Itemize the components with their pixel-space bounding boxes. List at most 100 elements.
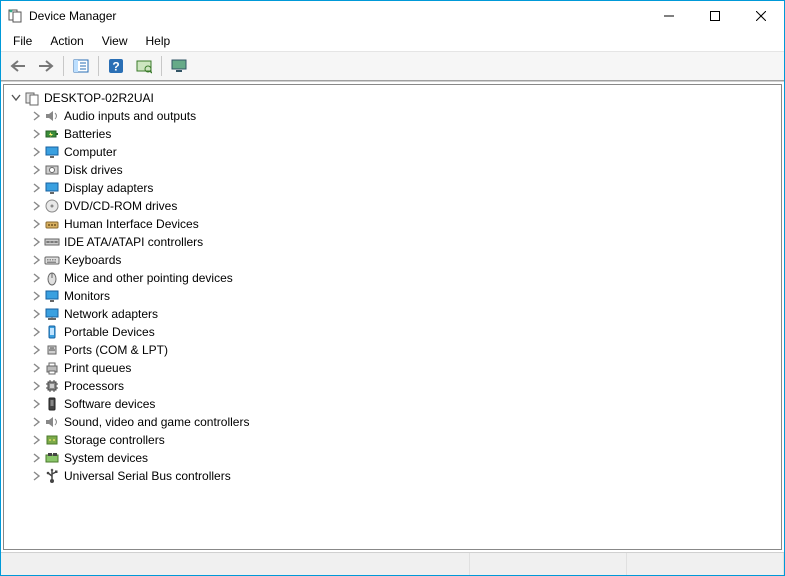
expand-icon[interactable] <box>30 452 42 464</box>
maximize-button[interactable] <box>692 1 738 31</box>
tree-category-row[interactable]: IDE ATA/ATAPI controllers <box>30 233 779 251</box>
tree-category-row[interactable]: Keyboards <box>30 251 779 269</box>
toolbar-devices-printers-button[interactable] <box>166 53 192 79</box>
expand-icon[interactable] <box>30 200 42 212</box>
tree-category-label: Sound, video and game controllers <box>64 415 249 429</box>
tree-category-row[interactable]: Mice and other pointing devices <box>30 269 779 287</box>
expand-icon[interactable] <box>30 236 42 248</box>
tree-category-row[interactable]: Batteries <box>30 125 779 143</box>
optical-icon <box>44 198 60 214</box>
expand-icon[interactable] <box>30 380 42 392</box>
menu-help[interactable]: Help <box>138 32 179 50</box>
tree-category-row[interactable]: Print queues <box>30 359 779 377</box>
tree-category-row[interactable]: Human Interface Devices <box>30 215 779 233</box>
tree-category-row[interactable]: Disk drives <box>30 161 779 179</box>
toolbar-show-hide-tree-button[interactable] <box>68 53 94 79</box>
tree-category-row[interactable]: System devices <box>30 449 779 467</box>
expand-icon[interactable] <box>30 434 42 446</box>
tree-category-row[interactable]: Processors <box>30 377 779 395</box>
tree-category-label: Monitors <box>64 289 110 303</box>
monitor-icon <box>44 288 60 304</box>
arrow-left-icon <box>9 59 27 73</box>
expand-icon[interactable] <box>30 362 42 374</box>
tree-category-row[interactable]: DVD/CD-ROM drives <box>30 197 779 215</box>
toolbar-forward-button[interactable] <box>33 53 59 79</box>
monitor-icon <box>44 144 60 160</box>
tree-category-label: IDE ATA/ATAPI controllers <box>64 235 203 249</box>
tree-root-row[interactable]: DESKTOP-02R2UAI <box>10 89 779 107</box>
arrow-right-icon <box>37 59 55 73</box>
tree-category-label: Computer <box>64 145 117 159</box>
toolbar-back-button[interactable] <box>5 53 31 79</box>
device-tree[interactable]: DESKTOP-02R2UAI Audio inputs and outputs… <box>3 84 782 550</box>
software-icon <box>44 396 60 412</box>
collapse-icon[interactable] <box>10 92 22 104</box>
expand-icon[interactable] <box>30 344 42 356</box>
expand-icon[interactable] <box>30 110 42 122</box>
tree-category-label: Ports (COM & LPT) <box>64 343 168 357</box>
tree-category-row[interactable]: Software devices <box>30 395 779 413</box>
monitor-icon <box>44 180 60 196</box>
tree-category-label: Disk drives <box>64 163 123 177</box>
storage-icon <box>44 432 60 448</box>
expand-icon[interactable] <box>30 218 42 230</box>
expand-icon[interactable] <box>30 164 42 176</box>
portable-icon <box>44 324 60 340</box>
tree-category-row[interactable]: Universal Serial Bus controllers <box>30 467 779 485</box>
tree-category-row[interactable]: Storage controllers <box>30 431 779 449</box>
keyboard-icon <box>44 252 60 268</box>
usb-icon <box>44 468 60 484</box>
tree-category-label: Processors <box>64 379 124 393</box>
tree-category-label: Mice and other pointing devices <box>64 271 233 285</box>
expand-icon[interactable] <box>30 290 42 302</box>
disk-icon <box>44 162 60 178</box>
ide-icon <box>44 234 60 250</box>
tree-category-label: Software devices <box>64 397 155 411</box>
tree-category-row[interactable]: Computer <box>30 143 779 161</box>
tree-category-label: Batteries <box>64 127 111 141</box>
window-title: Device Manager <box>29 9 116 23</box>
menu-action[interactable]: Action <box>42 32 91 50</box>
toolbar-scan-hardware-button[interactable] <box>131 53 157 79</box>
status-cell <box>1 553 470 575</box>
tree-category-label: Display adapters <box>64 181 153 195</box>
tree-category-label: System devices <box>64 451 148 465</box>
toolbar-separator <box>63 56 64 76</box>
cpu-icon <box>44 378 60 394</box>
tree-category-row[interactable]: Portable Devices <box>30 323 779 341</box>
content-wrap: DESKTOP-02R2UAI Audio inputs and outputs… <box>1 81 784 552</box>
expand-icon[interactable] <box>30 182 42 194</box>
minimize-button[interactable] <box>646 1 692 31</box>
expand-icon[interactable] <box>30 254 42 266</box>
expand-icon[interactable] <box>30 308 42 320</box>
menu-file[interactable]: File <box>5 32 40 50</box>
tree-pane-icon <box>73 58 89 74</box>
toolbar-help-button[interactable]: ? <box>103 53 129 79</box>
toolbar-separator <box>98 56 99 76</box>
tree-category-row[interactable]: Ports (COM & LPT) <box>30 341 779 359</box>
printer-icon <box>44 360 60 376</box>
expand-icon[interactable] <box>30 470 42 482</box>
tree-category-label: Universal Serial Bus controllers <box>64 469 231 483</box>
hid-icon <box>44 216 60 232</box>
tree-category-row[interactable]: Network adapters <box>30 305 779 323</box>
svg-text:?: ? <box>112 60 119 74</box>
close-button[interactable] <box>738 1 784 31</box>
expand-icon[interactable] <box>30 128 42 140</box>
expand-icon[interactable] <box>30 416 42 428</box>
expand-icon[interactable] <box>30 146 42 158</box>
menu-view[interactable]: View <box>94 32 136 50</box>
expand-icon[interactable] <box>30 272 42 284</box>
titlebar: Device Manager <box>1 1 784 31</box>
tree-category-label: Portable Devices <box>64 325 155 339</box>
tree-category-row[interactable]: Display adapters <box>30 179 779 197</box>
tree-category-row[interactable]: Sound, video and game controllers <box>30 413 779 431</box>
tree-category-row[interactable]: Audio inputs and outputs <box>30 107 779 125</box>
tree-category-label: Network adapters <box>64 307 158 321</box>
expand-icon[interactable] <box>30 398 42 410</box>
expand-icon[interactable] <box>30 326 42 338</box>
toolbar: ? <box>1 51 784 81</box>
status-cell <box>470 553 627 575</box>
tree-root-label: DESKTOP-02R2UAI <box>44 91 154 105</box>
tree-category-row[interactable]: Monitors <box>30 287 779 305</box>
